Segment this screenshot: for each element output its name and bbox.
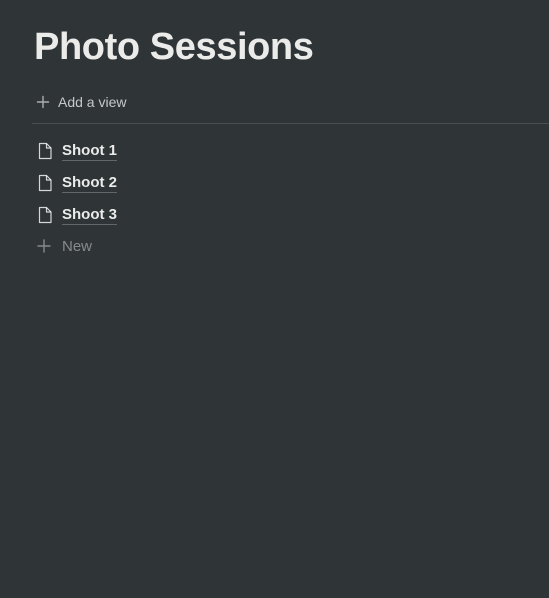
list-item-shoot-1[interactable]: Shoot 1 [32, 135, 432, 167]
list-item-label: Shoot 3 [62, 205, 117, 225]
view-bar: Add a view [32, 86, 549, 124]
new-item-button[interactable]: New [32, 231, 432, 261]
page-icon [35, 141, 55, 161]
plus-icon [36, 95, 50, 109]
list-item-shoot-2[interactable]: Shoot 2 [32, 167, 432, 199]
list-item-shoot-3[interactable]: Shoot 3 [32, 199, 432, 231]
page-icon [35, 173, 55, 193]
new-item-label: New [62, 237, 93, 255]
add-view-label: Add a view [58, 94, 127, 110]
add-view-button[interactable]: Add a view [36, 91, 126, 113]
list-item-label: Shoot 1 [62, 141, 117, 161]
plus-icon [36, 238, 52, 254]
page-list: Shoot 1 Shoot 2 Shoot 3 New [32, 135, 432, 261]
page: Photo Sessions Add a view Shoot 1 Shoot … [0, 0, 549, 598]
page-icon [35, 205, 55, 225]
page-title: Photo Sessions [34, 26, 314, 68]
list-item-label: Shoot 2 [62, 173, 117, 193]
